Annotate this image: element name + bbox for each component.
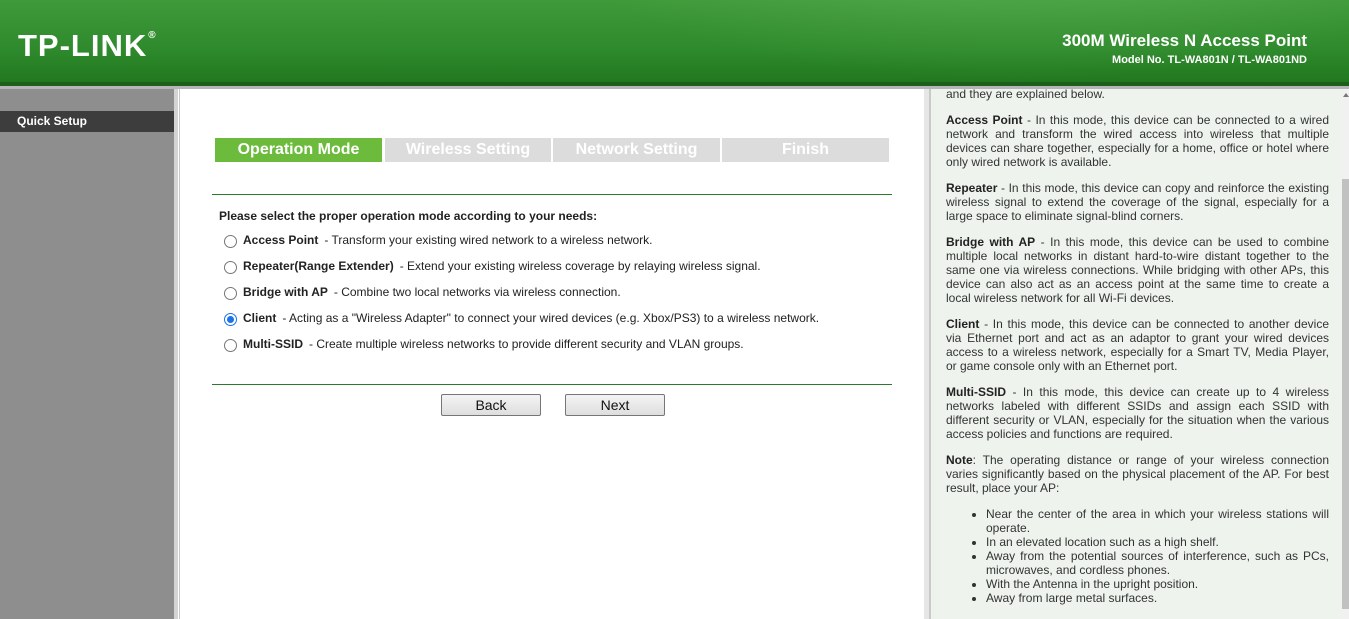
- next-button[interactable]: Next: [565, 394, 665, 416]
- option-name: Client: [243, 311, 277, 325]
- help-text: and they are explained below. Access Poi…: [946, 89, 1329, 605]
- section-divider-top: [212, 194, 892, 195]
- step-finish: Finish: [722, 138, 889, 162]
- product-title: 300M Wireless N Access Point: [1062, 31, 1307, 50]
- radio-client[interactable]: [224, 312, 237, 326]
- scroll-up-arrow-icon[interactable]: [1343, 93, 1349, 97]
- help-access-point: Access Point - In this mode, this device…: [946, 113, 1330, 169]
- header-banner: TP-LINK® 300M Wireless N Access Point Mo…: [0, 0, 1349, 82]
- scrollbar-thumb[interactable]: [1342, 179, 1349, 609]
- list-item: Near the center of the area in which you…: [986, 507, 1329, 535]
- help-bridge-with-ap: Bridge with AP - In this mode, this devi…: [946, 235, 1330, 305]
- back-button[interactable]: Back: [441, 394, 541, 416]
- step-operation-mode: Operation Mode: [215, 138, 382, 162]
- model-number: Model No. TL-WA801N / TL-WA801ND: [1112, 54, 1307, 66]
- help-scrollbar[interactable]: [1342, 89, 1349, 619]
- option-client[interactable]: Client - Acting as a "Wireless Adapter" …: [224, 311, 820, 326]
- step-wireless-setting: Wireless Setting: [385, 138, 551, 162]
- option-repeater[interactable]: Repeater(Range Extender) - Extend your e…: [224, 259, 761, 274]
- help-note: Note: The operating distance or range of…: [946, 453, 1329, 495]
- help-multi-ssid: Multi-SSID - In this mode, this device c…: [946, 385, 1329, 441]
- list-item: In an elevated location such as a high s…: [986, 535, 1329, 549]
- option-desc: - Transform your existing wired network …: [324, 233, 653, 247]
- section-divider-bottom: [212, 384, 892, 385]
- radio-multi-ssid[interactable]: [224, 338, 237, 352]
- option-desc: - Create multiple wireless networks to p…: [309, 337, 744, 351]
- option-name: Repeater(Range Extender): [243, 259, 394, 273]
- list-item: With the Antenna in the upright position…: [986, 577, 1329, 591]
- option-name: Multi-SSID: [243, 337, 303, 351]
- sidebar-divider: [174, 89, 178, 619]
- help-client: Client - In this mode, this device can b…: [946, 317, 1329, 373]
- step-network-setting: Network Setting: [553, 138, 720, 162]
- list-item: Away from large metal surfaces.: [986, 591, 1329, 605]
- help-placement-list: Near the center of the area in which you…: [986, 507, 1329, 605]
- radio-access-point[interactable]: [224, 234, 237, 248]
- main-content: Operation Mode Wireless Setting Network …: [179, 89, 924, 619]
- option-desc: - Extend your existing wireless coverage…: [399, 259, 761, 273]
- option-bridge-with-ap[interactable]: Bridge with AP - Combine two local netwo…: [224, 285, 621, 300]
- tp-link-logo: TP-LINK®: [18, 28, 157, 63]
- option-desc: - Acting as a "Wireless Adapter" to conn…: [282, 311, 820, 325]
- list-item: Away from the potential sources of inter…: [986, 549, 1329, 577]
- option-name: Bridge with AP: [243, 285, 328, 299]
- option-access-point[interactable]: Access Point - Transform your existing w…: [224, 233, 653, 248]
- option-desc: - Combine two local networks via wireles…: [333, 285, 621, 299]
- option-multi-ssid[interactable]: Multi-SSID - Create multiple wireless ne…: [224, 337, 744, 352]
- help-panel: and they are explained below. Access Poi…: [929, 89, 1342, 619]
- sidebar-menu: Quick Setup: [0, 89, 178, 619]
- sidebar-item-quick-setup[interactable]: Quick Setup: [0, 111, 174, 132]
- radio-repeater[interactable]: [224, 260, 237, 274]
- help-repeater: Repeater - In this mode, this device can…: [946, 181, 1329, 223]
- help-intro: and they are explained below.: [946, 89, 1105, 101]
- radio-bridge-with-ap[interactable]: [224, 286, 237, 300]
- mode-prompt: Please select the proper operation mode …: [219, 209, 598, 223]
- option-name: Access Point: [243, 233, 319, 247]
